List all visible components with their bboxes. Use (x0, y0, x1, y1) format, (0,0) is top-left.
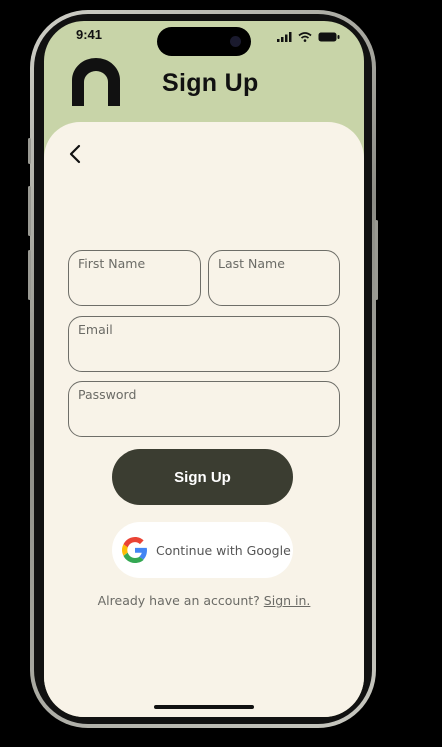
sign-up-button-label: Sign Up (174, 468, 231, 486)
sign-in-prompt: Already have an account? Sign in. (44, 593, 364, 608)
camera-icon (230, 36, 241, 47)
google-sign-in-button[interactable]: Continue with Google (112, 522, 293, 578)
dynamic-island (157, 27, 251, 56)
google-icon (122, 537, 147, 563)
email-field[interactable]: Email (68, 316, 340, 372)
home-indicator[interactable] (154, 705, 254, 709)
power-button (375, 220, 378, 300)
google-button-label: Continue with Google (156, 542, 291, 558)
status-bar: 9:41 (44, 21, 364, 61)
volume-up-button (28, 186, 31, 236)
volume-down-button (28, 250, 31, 300)
sign-in-prompt-text: Already have an account? (97, 593, 260, 608)
last-name-field[interactable]: Last Name (208, 250, 340, 306)
battery-icon (318, 32, 340, 42)
first-name-field[interactable]: First Name (68, 250, 201, 306)
wifi-icon (298, 32, 312, 42)
email-label: Email (78, 322, 113, 337)
first-name-label: First Name (78, 256, 146, 271)
page-title: Sign Up (162, 69, 259, 97)
content-card: First Name Last Name Email Password Sign… (44, 122, 364, 717)
password-field[interactable]: Password (68, 381, 340, 437)
sign-up-button[interactable]: Sign Up (112, 449, 293, 505)
status-icons (277, 32, 340, 42)
sign-in-link[interactable]: Sign in. (264, 593, 311, 608)
password-label: Password (78, 387, 137, 402)
last-name-label: Last Name (218, 256, 285, 271)
signal-icon (277, 32, 292, 42)
status-time: 9:41 (76, 27, 103, 42)
n-arch-logo (72, 58, 120, 106)
chevron-left-icon[interactable] (66, 144, 86, 164)
action-button (28, 138, 31, 164)
phone-screen: 9:41 Sign Up First Name Last Name Email … (44, 21, 364, 717)
